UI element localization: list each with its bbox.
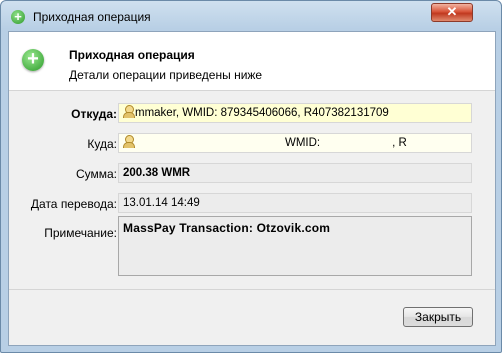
- plus-circle-icon: +: [11, 10, 25, 24]
- title-bar[interactable]: + Приходная операция ✕: [1, 1, 501, 31]
- amount-field[interactable]: 200.38 WMR: [118, 163, 472, 183]
- close-button[interactable]: Закрыть: [403, 307, 473, 327]
- dialog-window: + Приходная операция ✕ + Приходная опера…: [0, 0, 502, 353]
- plus-circle-icon: +: [22, 49, 44, 71]
- to-wmid-label: WMID:: [285, 137, 321, 149]
- window-title: Приходная операция: [33, 10, 151, 24]
- date-field[interactable]: 13.01.14 14:49: [118, 193, 472, 213]
- to-label: Куда:: [87, 137, 117, 151]
- header-title: Приходная операция: [69, 48, 195, 62]
- from-value: mmaker, WMID: 879345406066, R40738213170…: [135, 107, 389, 119]
- date-label: Дата перевода:: [30, 197, 117, 211]
- from-field[interactable]: mmaker, WMID: 879345406066, R40738213170…: [118, 103, 472, 123]
- note-label: Примечание:: [44, 226, 117, 240]
- redacted-wmid: [320, 136, 392, 146]
- to-field[interactable]: WMID: , R: [118, 133, 472, 153]
- dialog-body: + Приходная операция Детали операции при…: [8, 31, 496, 346]
- window-close-button[interactable]: ✕: [431, 3, 473, 22]
- note-field[interactable]: MassPay Transaction: Otzovik.com: [118, 216, 472, 276]
- footer-separator: [9, 289, 495, 290]
- header-subtitle: Детали операции приведены ниже: [69, 68, 263, 82]
- user-icon: [123, 104, 135, 118]
- redacted-name: [135, 136, 285, 146]
- to-suffix: , R: [392, 137, 407, 149]
- amount-label: Сумма:: [75, 167, 117, 181]
- from-label: Откуда:: [71, 107, 117, 121]
- dialog-header: + Приходная операция Детали операции при…: [9, 32, 495, 91]
- user-icon: [123, 134, 135, 148]
